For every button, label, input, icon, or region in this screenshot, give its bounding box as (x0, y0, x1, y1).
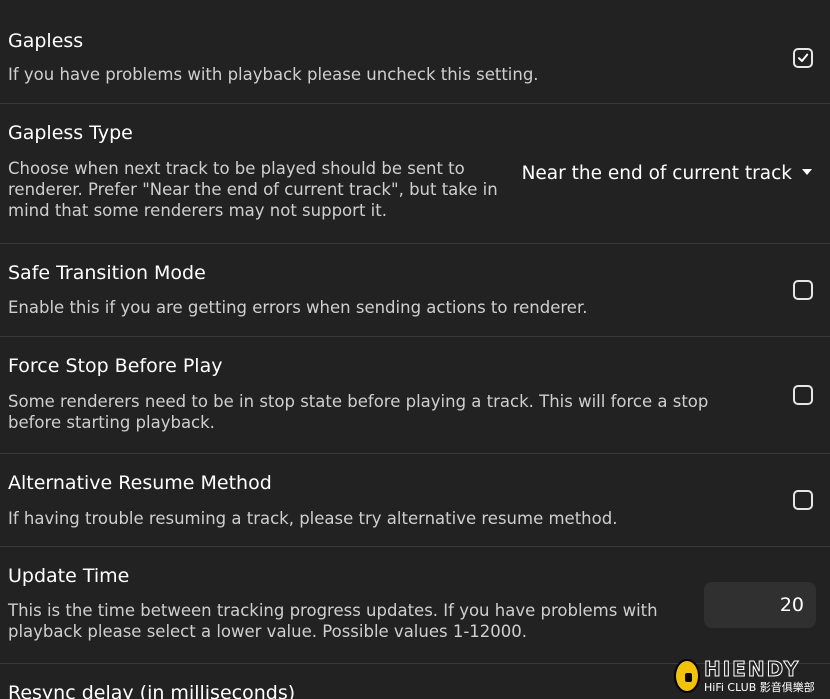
caret-down-icon (802, 169, 812, 175)
setting-description: This is the time between tracking progre… (8, 601, 658, 641)
setting-row-safe-transition-mode: Safe Transition Mode Enable this if you … (0, 244, 830, 337)
update-time-input[interactable]: 20 (704, 582, 816, 628)
setting-description: If you have problems with playback pleas… (8, 65, 539, 84)
setting-title: Gapless (8, 30, 84, 52)
setting-title: Safe Transition Mode (8, 262, 206, 284)
setting-description: Enable this if you are getting errors wh… (8, 298, 588, 317)
setting-title: Resync delay (in milliseconds) (8, 682, 296, 699)
setting-row-gapless-type: Gapless Type Choose when next track to b… (0, 104, 830, 244)
gapless-type-select[interactable]: Near the end of current track (522, 163, 812, 184)
setting-title: Gapless Type (8, 122, 133, 144)
alternative-resume-checkbox[interactable] (793, 490, 813, 510)
setting-row-update-time: Update Time This is the time between tra… (0, 547, 830, 664)
watermark-logo: HIENDY HiFi CLUB 影音俱樂部 (674, 657, 826, 695)
settings-list: Gapless If you have problems with playba… (0, 0, 830, 699)
safe-transition-checkbox[interactable] (793, 280, 813, 300)
check-icon (798, 53, 809, 62)
gapless-checkbox[interactable] (793, 48, 813, 68)
setting-row-force-stop-before-play: Force Stop Before Play Some renderers ne… (0, 337, 830, 454)
setting-title: Force Stop Before Play (8, 355, 223, 377)
setting-description: Some renderers need to be in stop state … (8, 392, 709, 432)
select-value: Near the end of current track (521, 163, 792, 184)
setting-row-alternative-resume-method: Alternative Resume Method If having trou… (0, 454, 830, 547)
setting-description: If having trouble resuming a track, plea… (8, 509, 618, 528)
force-stop-checkbox[interactable] (793, 385, 813, 405)
setting-title: Alternative Resume Method (8, 472, 272, 494)
setting-row-gapless: Gapless If you have problems with playba… (0, 0, 830, 104)
setting-title: Update Time (8, 565, 130, 587)
watermark-brand: HIENDY (703, 657, 801, 682)
watermark-subtitle: HiFi CLUB 影音俱樂部 (704, 681, 815, 694)
setting-description: Choose when next track to be played shou… (8, 159, 498, 220)
watermark-emblem-icon (674, 659, 700, 693)
